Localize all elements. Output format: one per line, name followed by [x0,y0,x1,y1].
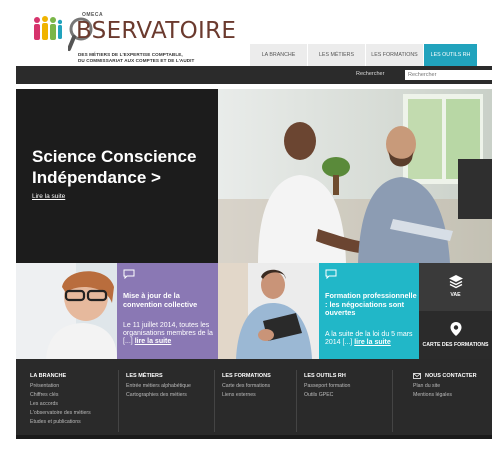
footer-col-la-branche: LA BRANCHE Présentation Chiffres clés Le… [16,370,118,432]
nav-tab-la-branche[interactable]: LA BRANCHE [250,44,308,66]
contact-heading-label: NOUS CONTACTER [425,373,477,379]
footer-link[interactable]: Outils GPEC [304,391,350,400]
footer-link[interactable]: Chiffres clés [30,391,91,400]
logo-subtitle-line2: DU COMMISSARIAT AUX COMPTES ET DE L'AUDI… [78,58,195,63]
footer-heading-les-metiers[interactable]: LES MÉTIERS [126,373,191,379]
hero-banner: Science Conscience Indépendance > Lire l… [16,89,492,263]
footer-heading-les-formations[interactable]: LES FORMATIONS [222,373,271,379]
site-logo[interactable]: OMECA BSERVATOIRE DES MÉTIERS DE L'EXPER… [32,12,236,68]
footer-link[interactable]: Les accords [30,400,91,409]
footer-heading-contact[interactable]: NOUS CONTACTER [413,373,477,379]
hero-text-panel: Science Conscience Indépendance > Lire l… [16,89,218,263]
carte-label: CARTE DES FORMATIONS [422,342,489,348]
hero-title[interactable]: Science Conscience Indépendance > [32,146,212,188]
logo-title: BSERVATOIRE [76,18,237,44]
footer-link[interactable]: Entrée métiers alphabétique [126,382,191,391]
search-label: Rechercher [356,71,385,77]
feature-tiles: Mise à jour de la convention collective … [16,263,492,359]
formation-tile[interactable]: Formation professionnelle : les négociat… [319,263,419,359]
site-footer: LA BRANCHE Présentation Chiffres clés Le… [16,359,492,439]
footer-link[interactable]: Présentation [30,382,91,391]
footer-link[interactable]: Passeport formation [304,382,350,391]
footer-link[interactable]: Mentions légales [413,391,477,400]
formation-text: A la suite de la loi du 5 mars 2014 [...… [325,331,417,347]
footer-link[interactable]: Plan du site [413,382,477,391]
logo-subtitle-line1: DES MÉTIERS DE L'EXPERTISE COMPTABLE, [78,52,183,57]
speech-bubble-icon [325,269,337,279]
main-nav: LA BRANCHE LES MÉTIERS LES FORMATIONS LE… [250,44,478,66]
footer-link[interactable]: L'observatoire des métiers [30,409,91,418]
footer-col-les-formations: LES FORMATIONS Carte des formations Lien… [214,370,296,432]
search-bar: Rechercher OK [16,66,492,84]
map-pin-icon [450,322,462,336]
formation-read-more-link[interactable]: lire la suite [354,339,391,346]
speech-bubble-icon [123,269,135,279]
carte-formations-tile[interactable]: CARTE DES FORMATIONS [419,311,492,359]
photo-woman-glasses [16,263,117,359]
footer-col-contact: NOUS CONTACTER Plan du site Mentions lég… [392,370,492,432]
footer-col-les-outils-rh: LES OUTILS RH Passeport formation Outils… [296,370,392,432]
envelope-icon [413,373,421,379]
logo-people-icon [34,16,62,40]
nav-tab-les-formations[interactable]: LES FORMATIONS [366,44,424,66]
vae-label: VAE [450,292,461,298]
convention-text: Le 11 juillet 2014, toutes les organisat… [123,322,215,346]
footer-link[interactable]: Etudes et publications [30,418,91,427]
nav-tab-les-metiers[interactable]: LES MÉTIERS [308,44,366,66]
hero-read-more-link[interactable]: Lire la suite [32,193,65,200]
footer-link[interactable]: Liens externes [222,391,271,400]
photo-man-tablet [218,263,319,359]
nav-tab-les-outils-rh[interactable]: LES OUTILS RH [424,44,478,66]
footer-heading-la-branche[interactable]: LA BRANCHE [30,373,91,379]
layers-icon [449,275,463,289]
footer-link[interactable]: Carte des formations [222,382,271,391]
hero-photo-two-men [218,89,492,263]
footer-heading-les-outils-rh[interactable]: LES OUTILS RH [304,373,350,379]
footer-col-les-metiers: LES MÉTIERS Entrée métiers alphabétique … [118,370,214,432]
convention-heading: Mise à jour de la convention collective [123,291,198,309]
search-input[interactable] [405,70,492,80]
vae-tile[interactable]: VAE [419,263,492,311]
footer-link[interactable]: Cartographies des métiers [126,391,191,400]
convention-tile[interactable]: Mise à jour de la convention collective … [117,263,218,359]
formation-heading: Formation professionnelle : les négociat… [325,291,417,317]
convention-read-more-link[interactable]: lire la suite [135,338,172,345]
